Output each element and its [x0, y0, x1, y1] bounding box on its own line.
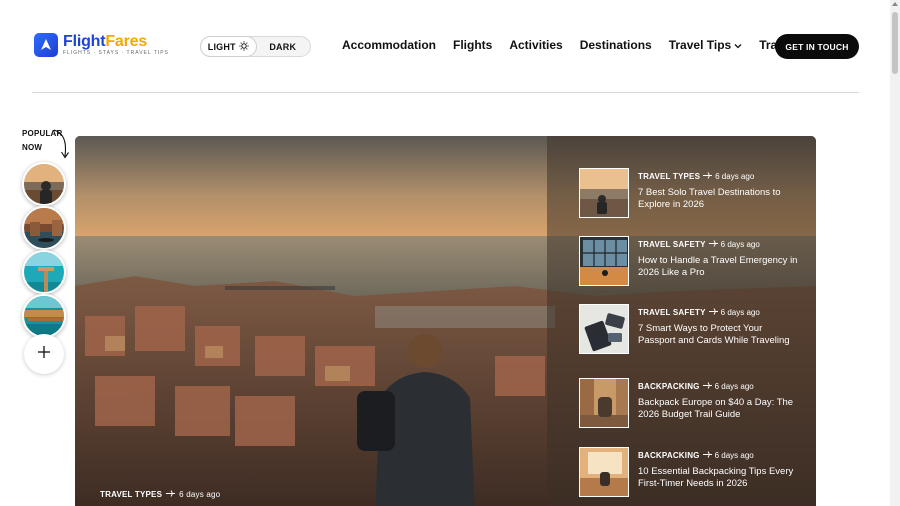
brand-part-2: Fares	[105, 32, 148, 50]
article-title[interactable]: 7 Best Solo Travel Destinations to Explo…	[638, 187, 798, 211]
tropical-pier-thumb-icon	[24, 252, 64, 292]
nav-label: Destinations	[579, 38, 652, 52]
article-time-ago: 6 days ago	[714, 382, 754, 391]
article-title[interactable]: 10 Essential Backpacking Tips Every Firs…	[638, 466, 798, 490]
article-meta: TRAVEL SAFETY 6 days ago	[638, 240, 760, 249]
venice-thumb-icon	[24, 208, 64, 248]
article-thumbnail[interactable]	[579, 236, 629, 286]
theme-toggle[interactable]: LIGHT DARK	[200, 36, 311, 57]
article-time-ago: 6 days ago	[714, 451, 754, 460]
nav-travel-tips[interactable]: Travel Tips	[669, 38, 742, 52]
article-time-ago: 6 days ago	[720, 308, 760, 317]
side-article-list: TRAVEL TYPES 6 days ago 7 Best Solo Trav…	[547, 136, 816, 506]
header-divider	[32, 92, 859, 93]
main-nav-viewport: Accommodation Flights Activities Destina…	[342, 30, 776, 60]
popular-thumb-solo-traveler[interactable]	[22, 162, 66, 206]
plane-icon	[702, 382, 712, 391]
scrollbar-thumb[interactable]	[892, 12, 898, 74]
logo-text: FlightFares FLIGHTS · STAYS · TRAVEL TIP…	[63, 32, 169, 57]
plane-icon	[166, 490, 176, 499]
nav-activities[interactable]: Activities	[509, 38, 562, 52]
main-nav: Accommodation Flights Activities Destina…	[342, 38, 776, 52]
article-meta: TRAVEL TYPES 6 days ago	[638, 172, 754, 181]
nav-travel-types[interactable]: Travel Types	[759, 38, 776, 52]
article-thumbnail[interactable]	[579, 168, 629, 218]
nav-label: Flights	[453, 38, 493, 52]
curved-arrow-icon	[48, 128, 72, 167]
article-category[interactable]: TRAVEL SAFETY	[638, 308, 706, 317]
article-category[interactable]: BACKPACKING	[638, 382, 700, 391]
article-time-ago: 6 days ago	[720, 240, 760, 249]
article-item[interactable]: TRAVEL SAFETY 6 days ago How to Handle a…	[579, 236, 809, 288]
solo-traveler-thumb-icon	[24, 164, 64, 204]
article-category[interactable]: BACKPACKING	[638, 451, 700, 460]
article-thumbnail[interactable]	[579, 447, 629, 497]
sun-icon	[239, 40, 249, 53]
plus-icon	[37, 345, 51, 364]
plane-icon	[708, 308, 718, 317]
article-thumbnail[interactable]	[579, 304, 629, 354]
nav-label: Travel Types	[759, 38, 776, 52]
article-meta: TRAVEL SAFETY 6 days ago	[638, 308, 760, 317]
brand-part-1: Flight	[63, 32, 106, 50]
hero-category[interactable]: TRAVEL TYPES	[100, 490, 162, 499]
scroll-up-arrow-icon[interactable]	[892, 2, 898, 6]
brand-name: FlightFares	[63, 32, 169, 50]
backpacking-tips-article-icon	[580, 448, 628, 496]
nav-flights[interactable]: Flights	[453, 38, 492, 52]
plane-icon	[703, 172, 713, 181]
nav-label: Accommodation	[342, 38, 437, 52]
theme-light-option[interactable]: LIGHT	[201, 37, 256, 56]
page-scrollbar[interactable]	[890, 0, 900, 506]
page: FlightFares FLIGHTS · STAYS · TRAVEL TIP…	[0, 0, 900, 506]
popular-thumb-island-resort[interactable]	[22, 294, 66, 338]
passport-cards-article-icon	[580, 305, 628, 353]
nav-accommodation[interactable]: Accommodation	[342, 38, 436, 52]
chevron-down-icon	[734, 38, 742, 52]
get-in-touch-button[interactable]: GET IN TOUCH	[775, 34, 859, 59]
site-header: FlightFares FLIGHTS · STAYS · TRAVEL TIP…	[0, 0, 890, 92]
article-title[interactable]: 7 Smart Ways to Protect Your Passport an…	[638, 323, 798, 347]
article-category[interactable]: TRAVEL SAFETY	[638, 240, 706, 249]
island-resort-thumb-icon	[24, 296, 64, 336]
hero-time-ago: 6 days ago	[179, 490, 221, 499]
article-category[interactable]: TRAVEL TYPES	[638, 172, 700, 181]
hero-meta: TRAVEL TYPES 6 days ago	[100, 490, 220, 499]
article-title[interactable]: How to Handle a Travel Emergency in 2026…	[638, 255, 798, 279]
theme-dark-label: DARK	[269, 41, 297, 52]
solo-traveler-article-icon	[580, 169, 628, 217]
theme-light-label: LIGHT	[207, 41, 236, 52]
nav-label: Travel Tips	[668, 38, 732, 52]
article-meta: BACKPACKING 6 days ago	[638, 451, 754, 460]
theme-dark-option[interactable]: DARK	[256, 37, 311, 56]
plane-icon	[708, 240, 718, 249]
article-time-ago: 6 days ago	[715, 172, 755, 181]
article-item[interactable]: BACKPACKING 6 days ago Backpack Europe o…	[579, 378, 809, 430]
popular-thumb-tropical-pier[interactable]	[22, 250, 66, 294]
article-thumbnail[interactable]	[579, 378, 629, 428]
logo[interactable]: FlightFares FLIGHTS · STAYS · TRAVEL TIP…	[34, 33, 169, 57]
article-item[interactable]: BACKPACKING 6 days ago 10 Essential Back…	[579, 447, 809, 499]
backpack-europe-article-icon	[580, 379, 628, 427]
hero-featured[interactable]: TRAVEL TYPES 6 days ago TRAVEL TYPES 6 d…	[75, 136, 816, 506]
article-meta: BACKPACKING 6 days ago	[638, 382, 754, 391]
article-item[interactable]: TRAVEL TYPES 6 days ago 7 Best Solo Trav…	[579, 168, 809, 220]
nav-label: Activities	[509, 38, 563, 52]
popular-thumb-venice[interactable]	[22, 206, 66, 250]
plane-logo-icon	[34, 33, 58, 57]
article-title[interactable]: Backpack Europe on $40 a Day: The 2026 B…	[638, 397, 798, 421]
article-item[interactable]: TRAVEL SAFETY 6 days ago 7 Smart Ways to…	[579, 304, 809, 356]
nav-destinations[interactable]: Destinations	[580, 38, 652, 52]
popular-add-button[interactable]	[24, 334, 64, 374]
brand-tagline: FLIGHTS · STAYS · TRAVEL TIPS	[63, 49, 169, 56]
airport-window-article-icon	[580, 237, 628, 285]
plane-icon	[702, 451, 712, 460]
